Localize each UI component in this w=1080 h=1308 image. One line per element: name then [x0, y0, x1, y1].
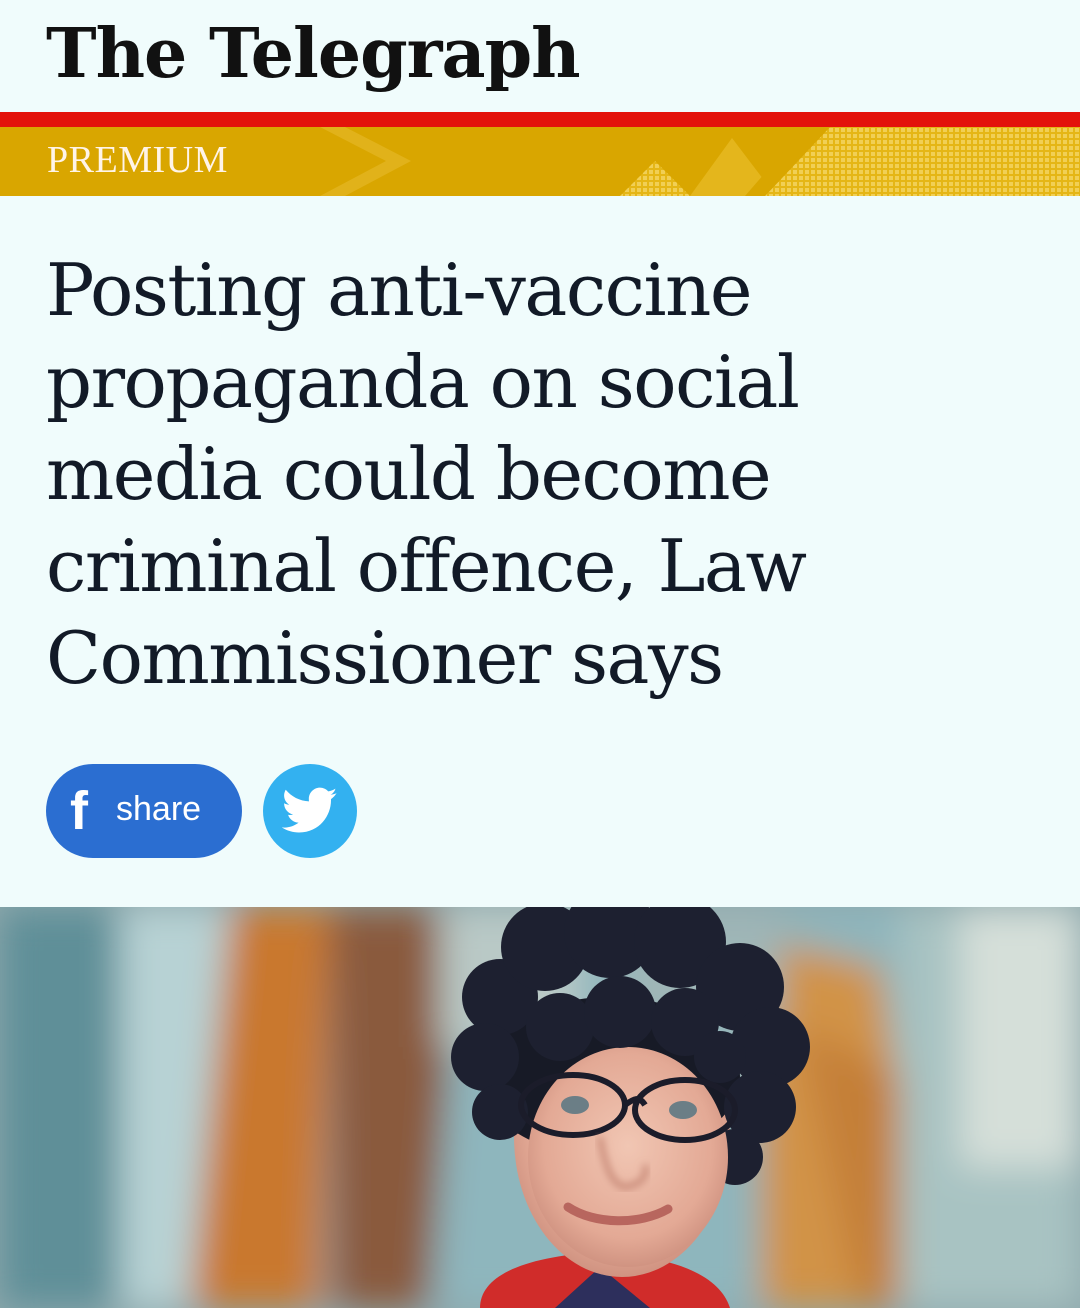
facebook-f-icon: f	[70, 781, 88, 841]
masthead: The Telegraph	[0, 0, 1080, 112]
premium-label: PREMIUM	[47, 139, 228, 181]
twitter-bird-icon	[282, 787, 338, 833]
masthead-red-rule	[0, 112, 1080, 127]
article-headline: Posting anti-vaccine propaganda on socia…	[46, 248, 807, 700]
premium-banner: PREMIUM	[0, 127, 1080, 196]
portrait-photo	[0, 907, 1080, 1308]
telegraph-logo[interactable]: The Telegraph	[46, 8, 581, 100]
twitter-share-button[interactable]	[263, 764, 357, 858]
facebook-share-button[interactable]: f share	[46, 764, 242, 858]
facebook-share-label: share	[116, 790, 202, 828]
article-photo	[0, 907, 1080, 1308]
